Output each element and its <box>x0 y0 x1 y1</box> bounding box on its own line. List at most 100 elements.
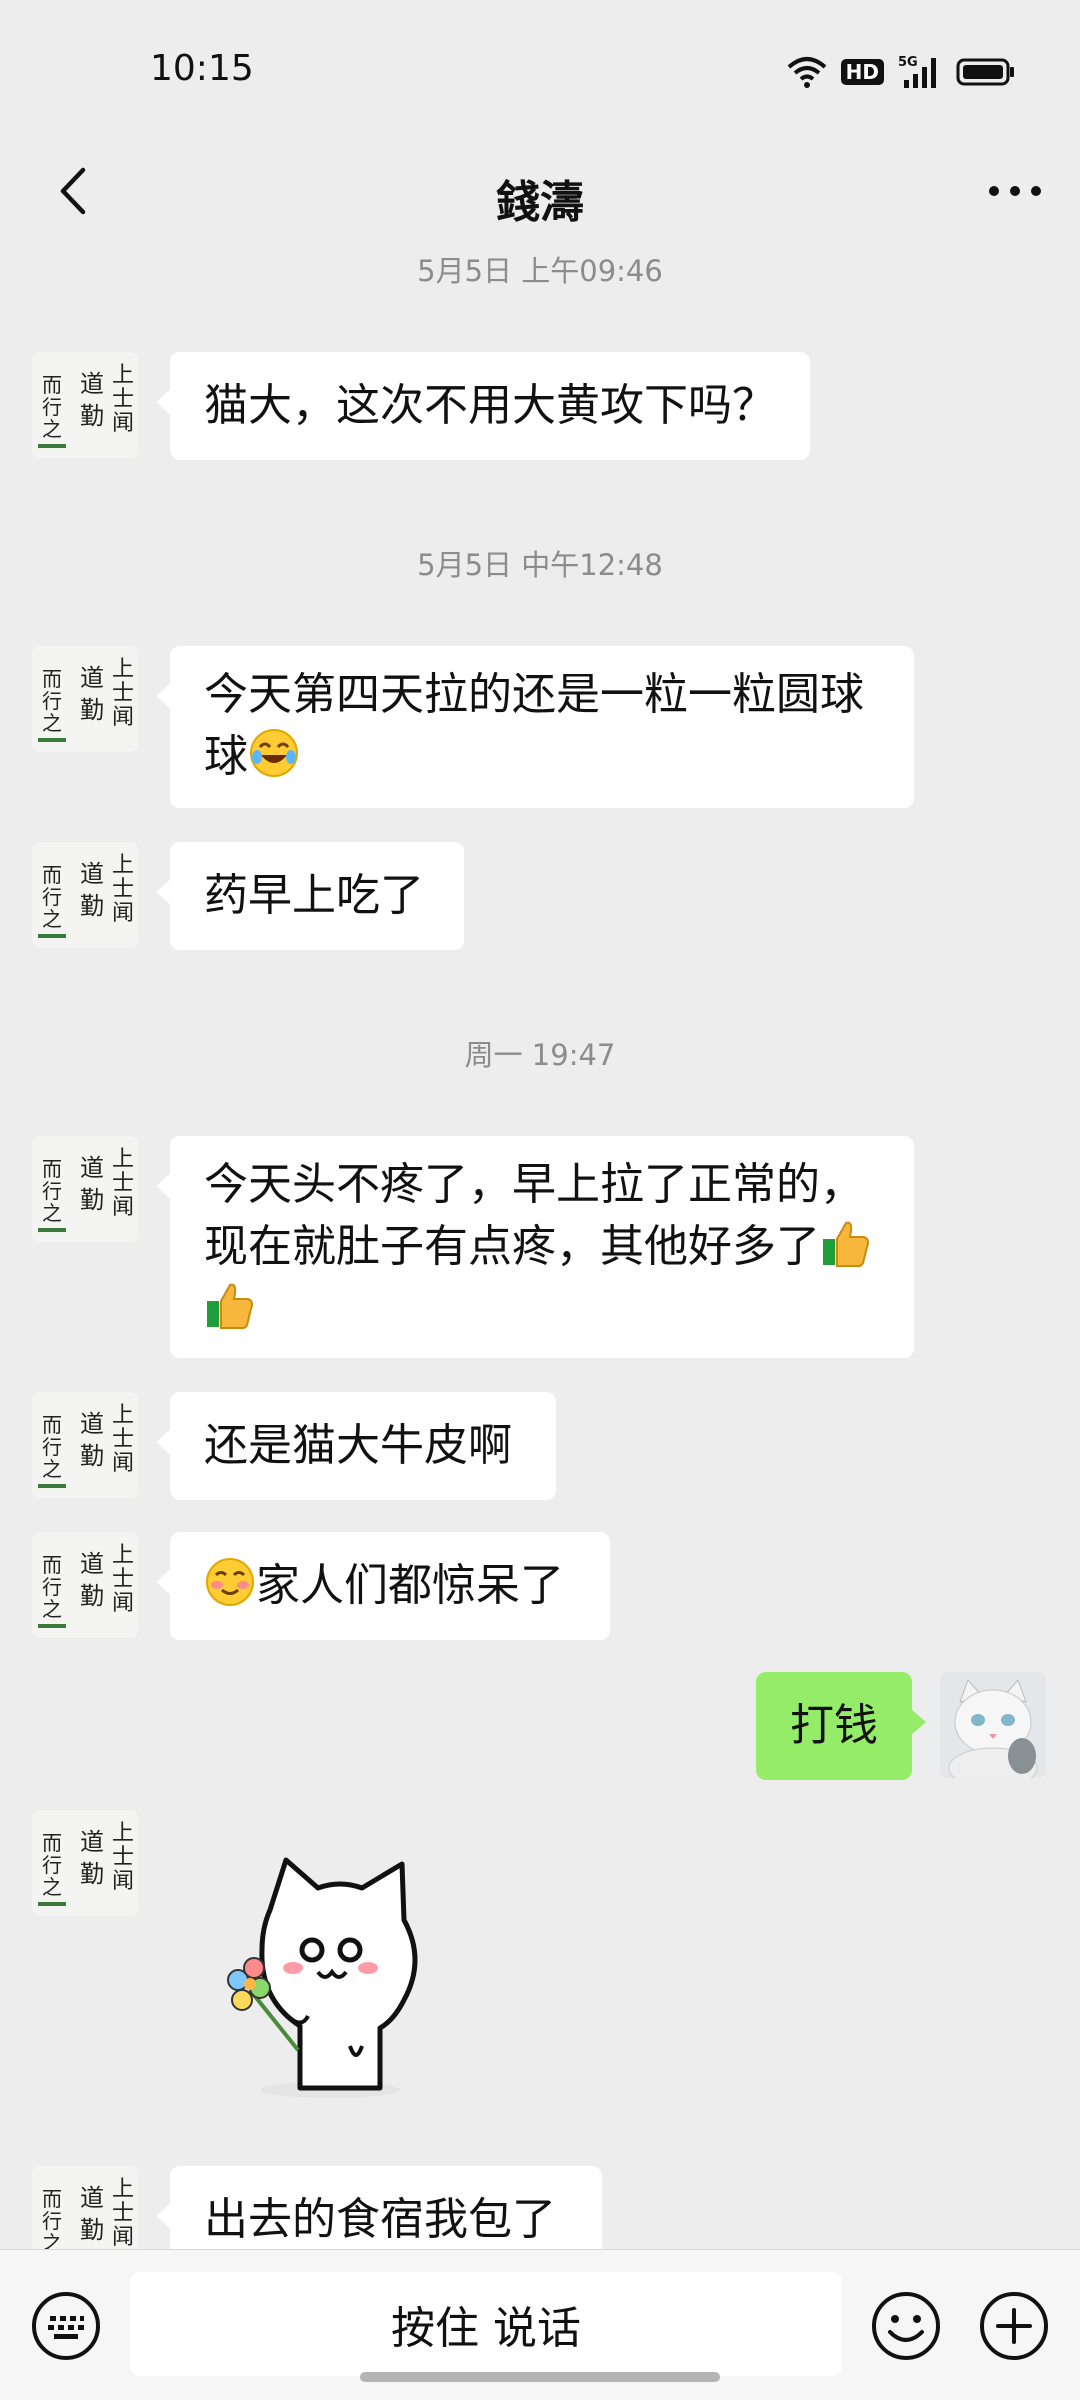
svg-text:上: 上 <box>112 2177 134 2202</box>
my-avatar[interactable] <box>940 1672 1046 1778</box>
svg-text:之: 之 <box>42 417 62 441</box>
svg-text:上: 上 <box>112 1147 134 1172</box>
calligraphy-avatar-icon: 上士闻道勤而行之 <box>38 363 134 448</box>
svg-text:道: 道 <box>80 860 104 888</box>
svg-text:行: 行 <box>42 689 62 713</box>
status-bar: 10:15 HD 5G <box>0 0 1080 140</box>
message-bubble[interactable]: 还是猫大牛皮啊 <box>156 1392 556 1500</box>
laughing-tears-emoji <box>250 729 298 777</box>
svg-text:上: 上 <box>112 853 134 878</box>
keyboard-icon <box>32 2292 100 2360</box>
svg-text:行: 行 <box>42 395 62 419</box>
message-text: 今天第四天拉的还是一粒一粒圆球球 <box>204 669 864 782</box>
svg-text:行: 行 <box>42 885 62 909</box>
svg-text:道: 道 <box>80 1550 104 1578</box>
svg-text:而: 而 <box>42 373 62 397</box>
keyboard-toggle-button[interactable] <box>28 2288 104 2364</box>
svg-text:士: 士 <box>112 1845 134 1870</box>
white-cat-avatar-icon <box>940 1672 1046 1778</box>
svg-text:道: 道 <box>80 1154 104 1182</box>
svg-text:闻: 闻 <box>112 1451 134 1476</box>
svg-text:行: 行 <box>42 1179 62 1203</box>
svg-text:士: 士 <box>112 2201 134 2226</box>
smiley-icon <box>872 2292 940 2360</box>
svg-text:上: 上 <box>112 1821 134 1846</box>
svg-text:而: 而 <box>42 863 62 887</box>
svg-text:而: 而 <box>42 1157 62 1181</box>
svg-text:之: 之 <box>42 1457 62 1481</box>
calligraphy-avatar-icon: 上士闻道勤而行之 <box>38 1821 134 1906</box>
svg-text:5G: 5G <box>898 55 918 70</box>
message-text: 猫大，这次不用大黄攻下吗？ <box>204 380 776 431</box>
calligraphy-avatar-icon: 上士闻道勤而行之 <box>38 853 134 938</box>
svg-text:之: 之 <box>42 1201 62 1225</box>
svg-text:闻: 闻 <box>112 1591 134 1616</box>
avatar[interactable]: 上士闻道勤而行之 <box>32 842 138 948</box>
thumbs-up-emoji <box>207 1283 253 1330</box>
hold-to-talk-button[interactable]: 按住 说话 <box>130 2272 842 2376</box>
svg-text:而: 而 <box>42 1831 62 1855</box>
svg-text:而: 而 <box>42 667 62 691</box>
avatar[interactable]: 上士闻道勤而行之 <box>32 352 138 458</box>
message-text: 出去的食宿我包了 <box>204 2194 556 2245</box>
add-button[interactable] <box>976 2288 1052 2364</box>
message-text: 还是猫大牛皮啊 <box>204 1420 512 1471</box>
message-bubble[interactable]: 今天第四天拉的还是一粒一粒圆球球 <box>156 646 914 808</box>
timestamp: 5月5日 中午12:48 <box>417 548 663 582</box>
svg-text:士: 士 <box>112 1567 134 1592</box>
svg-text:道: 道 <box>80 370 104 398</box>
svg-text:士: 士 <box>112 681 134 706</box>
svg-text:士: 士 <box>112 1171 134 1196</box>
svg-text:闻: 闻 <box>112 1869 134 1894</box>
svg-text:勤: 勤 <box>80 1442 104 1470</box>
message-bubble[interactable]: 猫大，这次不用大黄攻下吗？ <box>156 352 810 460</box>
svg-text:勤: 勤 <box>80 892 104 920</box>
svg-text:行: 行 <box>42 2209 62 2233</box>
hd-badge: HD <box>840 59 884 85</box>
avatar[interactable]: 上士闻道勤而行之 <box>32 1136 138 1242</box>
message-text: 打钱 <box>790 1700 878 1751</box>
emoji-button[interactable] <box>868 2288 944 2364</box>
plus-circle-icon <box>980 2292 1048 2360</box>
chat-title: 錢濤 <box>496 177 584 228</box>
nav-bar: 錢濤 <box>0 140 1080 250</box>
svg-text:士: 士 <box>112 1427 134 1452</box>
message-bubble[interactable]: 药早上吃了 <box>156 842 464 950</box>
svg-text:勤: 勤 <box>80 1186 104 1214</box>
calligraphy-avatar-icon: 上士闻道勤而行之 <box>38 1147 134 1232</box>
more-dots-icon <box>989 186 1041 196</box>
cat-with-flower-sticker[interactable] <box>190 1850 450 2100</box>
svg-text:之: 之 <box>42 1875 62 1899</box>
message-text-line: 今天头不疼了，早上拉了正常的， <box>204 1159 864 1210</box>
message-bubble[interactable]: 家人们都惊呆了 <box>156 1532 610 1640</box>
svg-text:勤: 勤 <box>80 1860 104 1888</box>
more-button[interactable] <box>980 156 1050 226</box>
svg-text:行: 行 <box>42 1575 62 1599</box>
svg-text:之: 之 <box>42 711 62 735</box>
message-bubble[interactable]: 今天头不疼了，早上拉了正常的， 现在就肚子有点疼，其他好多了 <box>156 1136 914 1358</box>
battery-icon <box>956 57 1016 87</box>
svg-text:勤: 勤 <box>80 2216 104 2244</box>
message-text: 家人们都惊呆了 <box>256 1560 564 1611</box>
thumbs-up-emoji <box>823 1221 869 1268</box>
svg-text:闻: 闻 <box>112 1195 134 1220</box>
home-indicator[interactable] <box>360 2372 720 2382</box>
avatar[interactable]: 上士闻道勤而行之 <box>32 646 138 752</box>
my-message-bubble[interactable]: 打钱 <box>756 1672 926 1780</box>
svg-text:士: 士 <box>112 877 134 902</box>
svg-text:上: 上 <box>112 1543 134 1568</box>
svg-text:闻: 闻 <box>112 2225 134 2250</box>
avatar[interactable]: 上士闻道勤而行之 <box>32 1532 138 1638</box>
avatar[interactable]: 上士闻道勤而行之 <box>32 1810 138 1916</box>
svg-text:而: 而 <box>42 1413 62 1437</box>
svg-text:勤: 勤 <box>80 402 104 430</box>
svg-text:勤: 勤 <box>80 1582 104 1610</box>
wifi-icon <box>787 55 827 89</box>
svg-text:闻: 闻 <box>112 705 134 730</box>
svg-text:而: 而 <box>42 2187 62 2211</box>
avatar[interactable]: 上士闻道勤而行之 <box>32 1392 138 1498</box>
svg-text:道: 道 <box>80 1828 104 1856</box>
message-text-line: 现在就肚子有点疼，其他好多了 <box>204 1221 820 1272</box>
svg-text:闻: 闻 <box>112 411 134 436</box>
svg-text:行: 行 <box>42 1435 62 1459</box>
